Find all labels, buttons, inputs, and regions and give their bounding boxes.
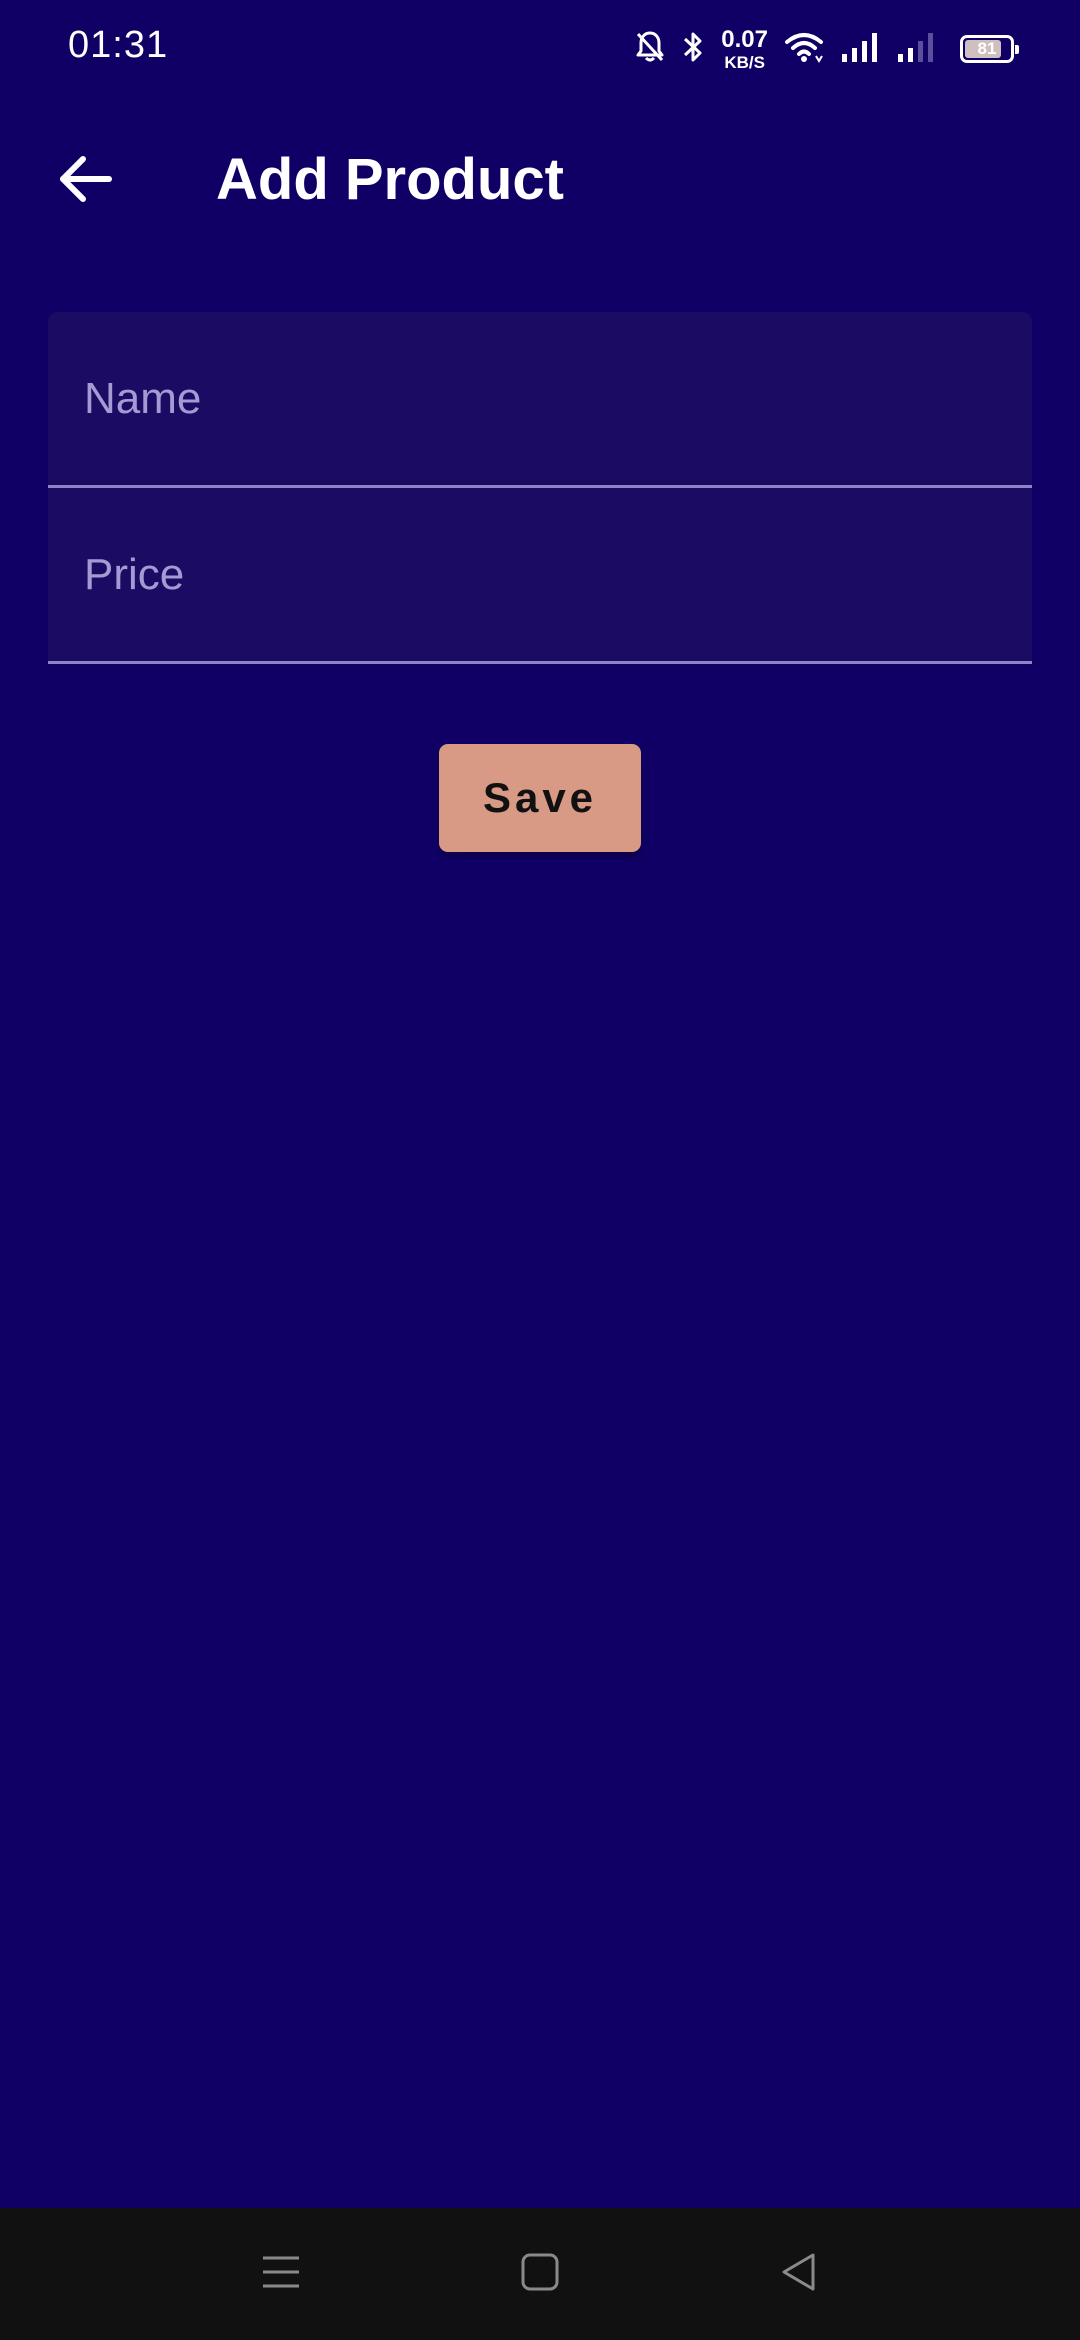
nav-back-button[interactable] (744, 2208, 854, 2340)
nav-home-button[interactable] (485, 2208, 595, 2340)
network-speed: 0.07 KB/S (721, 25, 768, 72)
arrow-back-icon (57, 154, 113, 209)
menu-icon (261, 2252, 301, 2297)
price-field-container (48, 488, 1032, 664)
signal-icon (840, 30, 880, 69)
network-speed-value: 0.07 (721, 25, 768, 53)
add-product-form (48, 312, 1032, 664)
back-button[interactable] (40, 136, 130, 226)
mute-bell-icon (635, 30, 665, 69)
battery-level: 81 (977, 39, 997, 58)
signal-weak-icon (896, 30, 936, 69)
nav-menu-button[interactable] (226, 2208, 336, 2340)
system-nav-bar (0, 2208, 1080, 2340)
save-button[interactable]: Save (439, 744, 641, 852)
status-icons: 0.07 KB/S 81 (635, 25, 1019, 72)
wifi-icon (784, 30, 824, 69)
network-speed-unit: KB/S (724, 52, 765, 72)
app-bar: Add Product (0, 96, 1080, 268)
name-input[interactable] (48, 312, 1032, 485)
price-input[interactable] (48, 488, 1032, 661)
back-icon (779, 2252, 819, 2297)
battery-icon: 81 (960, 35, 1019, 63)
name-field-container (48, 312, 1032, 488)
page-title: Add Product (216, 147, 564, 212)
home-icon (520, 2252, 560, 2297)
status-bar: 01:31 0.07 KB/S 81 (0, 0, 1080, 96)
status-time: 01:31 (68, 24, 169, 66)
bluetooth-icon (681, 30, 705, 69)
